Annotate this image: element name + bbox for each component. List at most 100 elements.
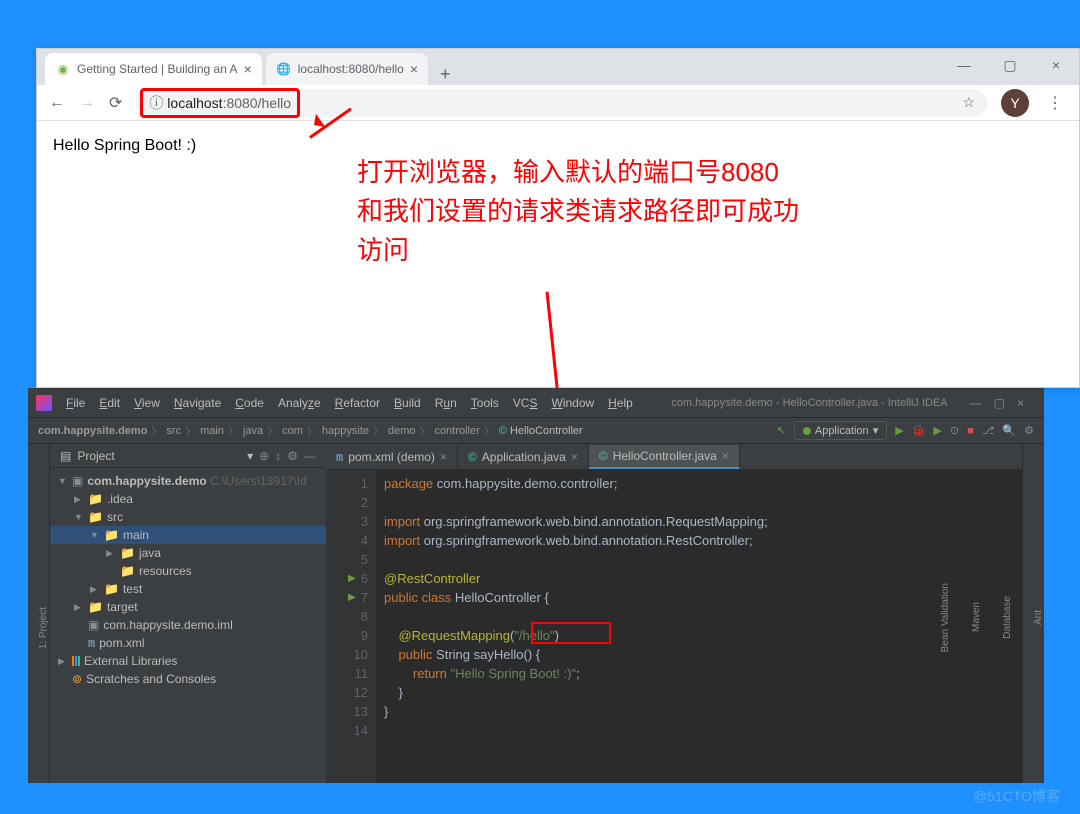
menu-refactor[interactable]: Refactor bbox=[329, 396, 386, 410]
breadcrumb-item[interactable]: java bbox=[243, 425, 263, 437]
ant-tab[interactable]: Ant bbox=[1033, 606, 1044, 629]
close-icon[interactable]: × bbox=[410, 61, 418, 77]
menu-build[interactable]: Build bbox=[388, 396, 427, 410]
editor-tab-active[interactable]: ©HelloController.java× bbox=[589, 445, 740, 469]
maximize-button[interactable]: ▢ bbox=[987, 49, 1033, 81]
line-number: 1 bbox=[330, 474, 368, 493]
search-icon[interactable]: 🔍 bbox=[1002, 424, 1016, 437]
tree-item[interactable]: 📁resources bbox=[50, 562, 326, 580]
annotation-line: 和我们设置的请求类请求路径即可成功 bbox=[357, 192, 799, 231]
stop-button[interactable]: ■ bbox=[967, 425, 974, 437]
editor-tabs: mpom.xml (demo)× ©Application.java× ©Hel… bbox=[326, 444, 1022, 470]
close-icon[interactable]: × bbox=[722, 449, 729, 463]
maven-icon: m bbox=[336, 450, 343, 464]
menu-code[interactable]: Code bbox=[229, 396, 270, 410]
file-icon: ▣ bbox=[88, 618, 99, 632]
folder-icon: 📁 bbox=[104, 582, 119, 596]
tree-item[interactable]: ▶📁target bbox=[50, 598, 326, 616]
tree-item[interactable]: ⊚Scratches and Consoles bbox=[50, 670, 326, 688]
chevron-down-icon[interactable]: ▾ bbox=[247, 449, 253, 463]
editor-tab[interactable]: mpom.xml (demo)× bbox=[326, 445, 458, 469]
bean-validation-tab[interactable]: Bean Validation bbox=[940, 579, 951, 656]
menu-edit[interactable]: Edit bbox=[93, 396, 126, 410]
tree-item[interactable]: ▼📁src bbox=[50, 508, 326, 526]
url-port: :8080 bbox=[223, 95, 258, 111]
tree-item[interactable]: ▣com.happysite.demo.iml bbox=[50, 616, 326, 634]
git-button[interactable]: ⎇ bbox=[982, 424, 995, 437]
debug-button[interactable]: 🐞 bbox=[912, 424, 926, 437]
url-input[interactable]: ⓘ localhost:8080/hello ☆ bbox=[136, 89, 987, 117]
hide-icon[interactable]: — bbox=[304, 449, 316, 463]
run-gutter-icon[interactable]: ▶ bbox=[348, 569, 356, 588]
panel-header: ▤ Project ▾ ⊕ ↕ ⚙ — bbox=[50, 444, 326, 468]
info-icon[interactable]: ⓘ bbox=[149, 95, 163, 111]
coverage-button[interactable]: ▶ bbox=[933, 424, 941, 437]
menu-navigate[interactable]: Navigate bbox=[168, 396, 227, 410]
minimize-button[interactable]: — bbox=[941, 49, 987, 81]
menu-window[interactable]: Window bbox=[545, 396, 600, 410]
bookmark-icon[interactable]: ☆ bbox=[962, 94, 975, 111]
breadcrumb-item[interactable]: com.happysite.demo bbox=[38, 425, 147, 437]
build-icon[interactable]: ↖ bbox=[777, 424, 786, 437]
breadcrumb-item[interactable]: HelloController bbox=[499, 425, 583, 437]
back-button[interactable]: ← bbox=[49, 94, 65, 112]
forward-button[interactable]: → bbox=[79, 94, 95, 112]
maven-tab[interactable]: Maven bbox=[971, 598, 982, 636]
code-body[interactable]: package com.happysite.demo.controller; i… bbox=[376, 470, 1022, 783]
breadcrumb-item[interactable]: demo bbox=[388, 425, 416, 437]
line-number: 3 bbox=[330, 512, 368, 531]
breadcrumb-item[interactable]: src bbox=[166, 425, 181, 437]
menu-tools[interactable]: Tools bbox=[465, 396, 505, 410]
menu-file[interactable]: File bbox=[60, 396, 91, 410]
tree-item[interactable]: ▶📁test bbox=[50, 580, 326, 598]
run-config-selector[interactable]: Application ▾ bbox=[794, 421, 887, 440]
tree-item[interactable]: mpom.xml bbox=[50, 634, 326, 652]
close-button[interactable]: × bbox=[1033, 49, 1079, 81]
menu-analyze[interactable]: Analyze bbox=[272, 396, 327, 410]
breadcrumb-item[interactable]: happysite bbox=[322, 425, 369, 437]
tree-root[interactable]: ▼▣com.happysite.demo C:\Users\13917\Id bbox=[50, 472, 326, 490]
settings-icon[interactable]: ⚙ bbox=[1024, 424, 1034, 437]
code-editor[interactable]: ▶ ▶ 1 2 3 4 5 6 7 8 9 10 11 12 13 14 bbox=[326, 470, 1022, 783]
profile-button[interactable]: ⊙ bbox=[950, 424, 959, 437]
tree-item[interactable]: ▶📁.idea bbox=[50, 490, 326, 508]
right-toolwindow-bar: Ant Database Maven Bean Validation bbox=[1022, 444, 1044, 783]
gear-icon[interactable]: ⚙ bbox=[287, 449, 298, 463]
new-tab-button[interactable]: + bbox=[432, 64, 459, 85]
menu-view[interactable]: View bbox=[128, 396, 166, 410]
database-tab[interactable]: Database bbox=[1002, 592, 1013, 643]
run-gutter-icon[interactable]: ▶ bbox=[348, 588, 356, 607]
breadcrumb-item[interactable]: com bbox=[282, 425, 303, 437]
intellij-window: File Edit View Navigate Code Analyze Ref… bbox=[28, 388, 1044, 783]
breadcrumb-item[interactable]: main bbox=[200, 425, 224, 437]
close-icon[interactable]: × bbox=[244, 61, 252, 77]
editor-tab[interactable]: ©Application.java× bbox=[458, 445, 589, 469]
breadcrumb-toolbar: com.happysite.demo〉 src〉 main〉 java〉 com… bbox=[28, 418, 1044, 444]
run-button[interactable]: ▶ bbox=[895, 424, 903, 437]
close-icon[interactable]: × bbox=[571, 450, 578, 464]
close-icon[interactable]: × bbox=[440, 450, 447, 464]
collapse-icon[interactable]: ↕ bbox=[275, 449, 281, 463]
maximize-button[interactable]: ▢ bbox=[994, 396, 1005, 410]
project-toolwindow-tab[interactable]: 1: Project bbox=[38, 603, 49, 653]
menu-button[interactable]: ⋮ bbox=[1043, 93, 1067, 113]
menu-help[interactable]: Help bbox=[602, 396, 639, 410]
tree-item-selected[interactable]: ▼📁main bbox=[50, 526, 326, 544]
select-opened-icon[interactable]: ⊕ bbox=[259, 449, 269, 463]
breadcrumb-item[interactable]: controller bbox=[435, 425, 480, 437]
tree-item[interactable]: ▶📁java bbox=[50, 544, 326, 562]
reload-button[interactable]: ⟳ bbox=[109, 93, 122, 113]
chevron-down-icon: ▾ bbox=[873, 424, 879, 437]
minimize-button[interactable]: — bbox=[970, 396, 982, 410]
line-number: 5 bbox=[330, 550, 368, 569]
browser-tab[interactable]: 🌐 localhost:8080/hello × bbox=[266, 53, 428, 85]
menu-run[interactable]: Run bbox=[429, 396, 463, 410]
browser-tab[interactable]: ◉ Getting Started | Building an A × bbox=[45, 53, 262, 85]
tab-title: Getting Started | Building an A bbox=[77, 62, 238, 76]
close-button[interactable]: × bbox=[1017, 396, 1024, 410]
menu-vcs[interactable]: VCS bbox=[507, 396, 544, 410]
profile-avatar[interactable]: Y bbox=[1001, 89, 1029, 117]
folder-icon: 📁 bbox=[104, 528, 119, 542]
module-icon: ▣ bbox=[72, 474, 83, 488]
tree-item[interactable]: ▶External Libraries bbox=[50, 652, 326, 670]
